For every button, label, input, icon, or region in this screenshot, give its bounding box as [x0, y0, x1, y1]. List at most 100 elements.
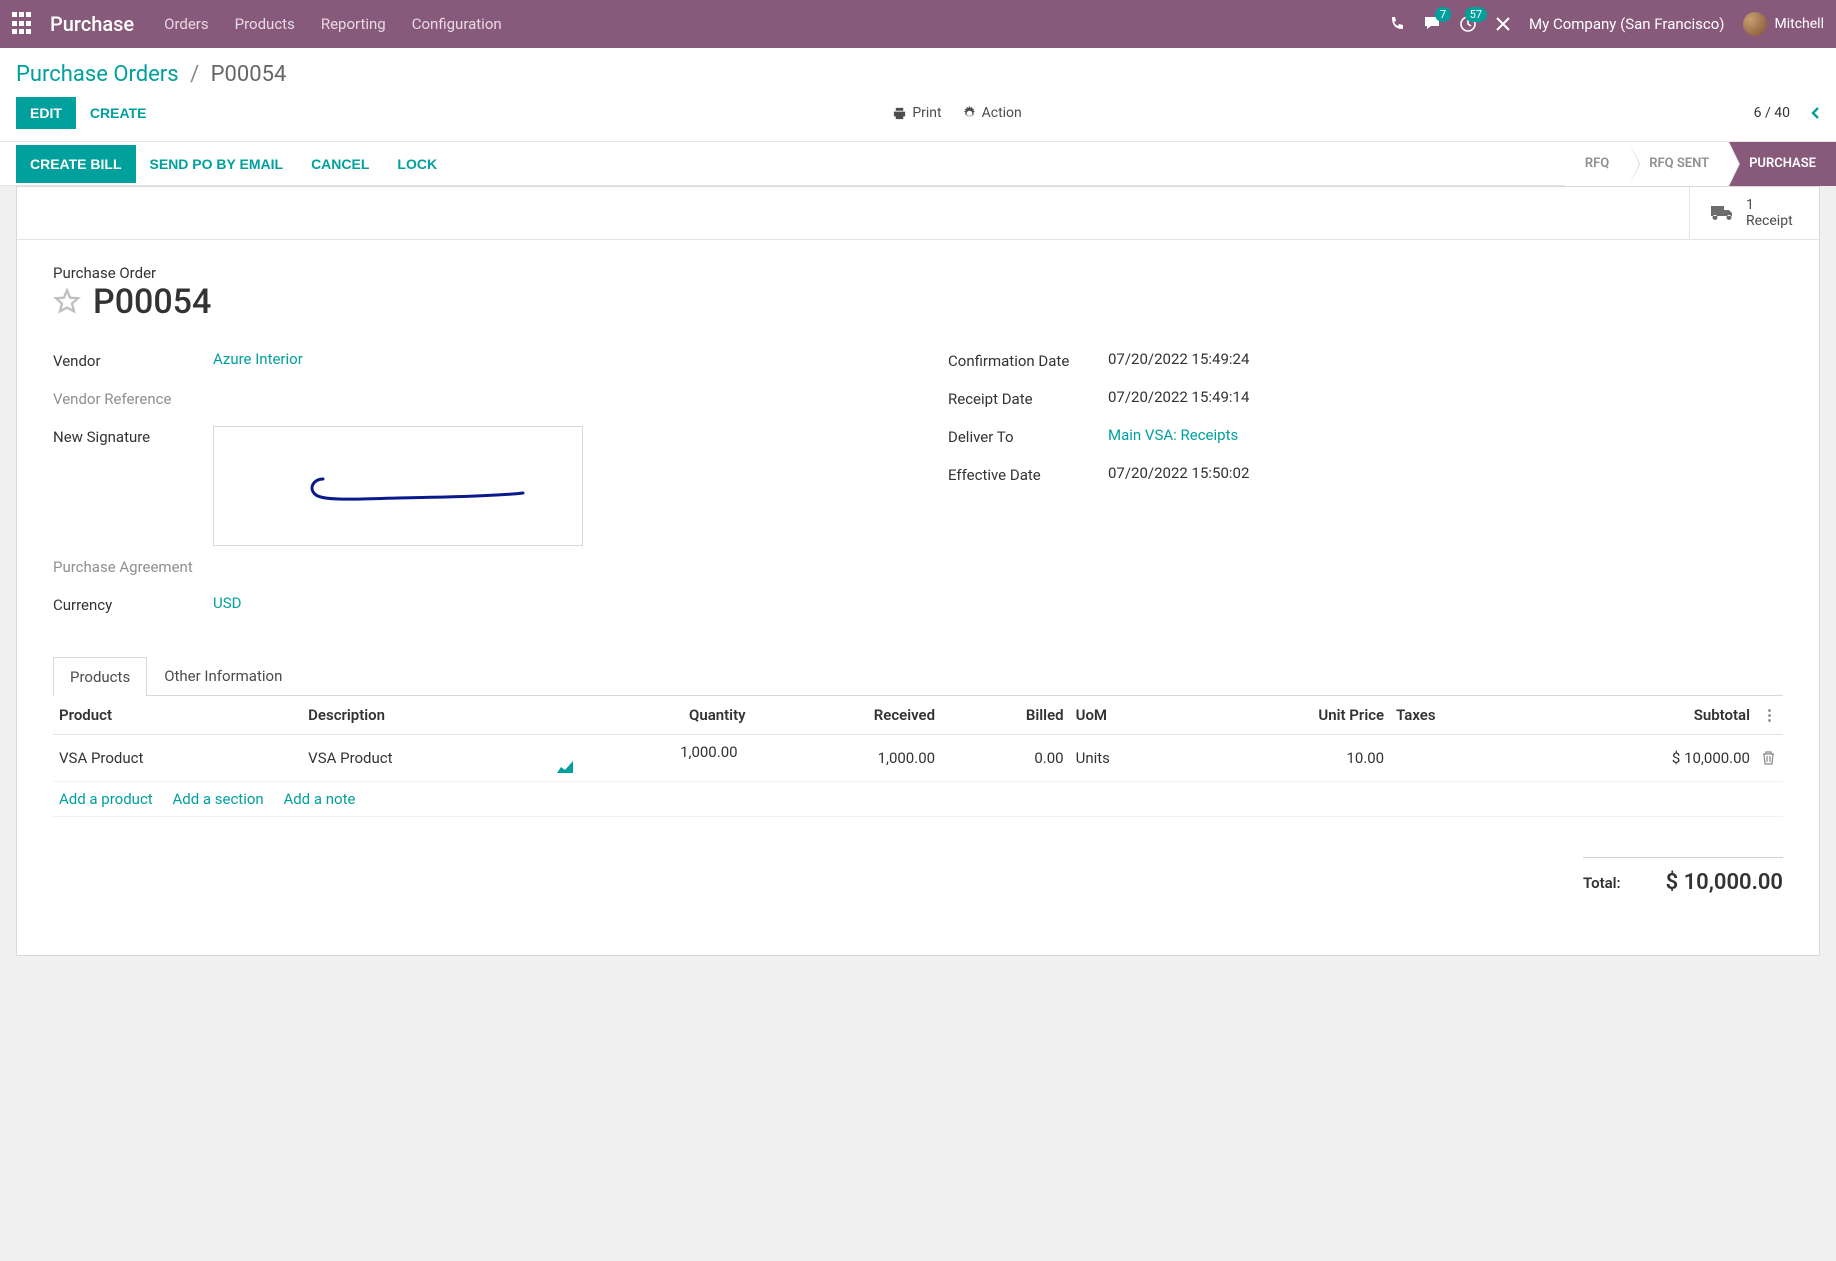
- cell-unit-price: 10.00: [1189, 735, 1390, 782]
- vendor-value[interactable]: Azure Interior: [213, 350, 888, 368]
- chevron-left-icon: [1810, 106, 1820, 120]
- lock-button[interactable]: LOCK: [383, 145, 451, 183]
- signature-label: New Signature: [53, 426, 213, 446]
- stat-count: 1: [1746, 197, 1793, 213]
- form-sheet: 1 Receipt Purchase Order P00054 Vendor: [16, 186, 1820, 956]
- breadcrumb: Purchase Orders / P00054: [16, 62, 286, 87]
- star-icon[interactable]: [53, 288, 81, 316]
- th-desc: Description: [302, 696, 551, 735]
- cell-taxes: [1390, 735, 1523, 782]
- add-links-row: Add a product Add a section Add a note: [53, 782, 1783, 817]
- nav-menu: Orders Products Reporting Configuration: [164, 15, 1389, 33]
- agreement-label: Purchase Agreement: [53, 556, 213, 576]
- cell-product: VSA Product: [53, 735, 302, 782]
- company-selector[interactable]: My Company (San Francisco): [1529, 15, 1724, 33]
- cell-received: 1,000.00: [752, 735, 942, 782]
- doc-title-label: Purchase Order: [53, 264, 1783, 282]
- nav-products[interactable]: Products: [235, 15, 295, 33]
- currency-label: Currency: [53, 594, 213, 614]
- confirm-value: 07/20/2022 15:49:24: [1108, 350, 1783, 368]
- add-section-link[interactable]: Add a section: [172, 790, 263, 808]
- activity-icon[interactable]: 57: [1459, 15, 1477, 33]
- top-navbar: Purchase Orders Products Reporting Confi…: [0, 0, 1836, 48]
- th-uom: UoM: [1070, 696, 1190, 735]
- total-label: Total:: [1583, 874, 1621, 892]
- stat-button-box: 1 Receipt: [17, 187, 1819, 240]
- gear-icon: [962, 106, 977, 121]
- total-value: $ 10,000.00: [1666, 870, 1783, 895]
- confirm-label: Confirmation Date: [948, 350, 1108, 370]
- deliver-value[interactable]: Main VSA: Receipts: [1108, 426, 1783, 444]
- apps-icon[interactable]: [12, 12, 36, 36]
- cell-desc: VSA Product: [302, 735, 551, 782]
- th-product: Product: [53, 696, 302, 735]
- th-billed: Billed: [941, 696, 1070, 735]
- receipt-date-value: 07/20/2022 15:49:14: [1108, 388, 1783, 406]
- user-name: Mitchell: [1775, 16, 1824, 32]
- action-button[interactable]: Action: [962, 105, 1022, 121]
- table-row[interactable]: VSA Product VSA Product 1,000.00 1,000.0…: [53, 735, 1783, 782]
- control-panel: Purchase Orders / P00054 EDIT CREATE Pri…: [0, 48, 1836, 142]
- user-menu[interactable]: Mitchell: [1743, 12, 1824, 36]
- po-name: P00054: [93, 282, 211, 322]
- cell-uom: Units: [1070, 735, 1190, 782]
- form-container: 1 Receipt Purchase Order P00054 Vendor: [0, 186, 1836, 956]
- status-stages: RFQ RFQ SENT PURCHASE: [1565, 142, 1836, 186]
- th-col-menu[interactable]: ⋮: [1756, 696, 1783, 735]
- breadcrumb-current: P00054: [211, 62, 287, 87]
- receipt-stat-button[interactable]: 1 Receipt: [1689, 187, 1819, 239]
- stage-rfq-sent[interactable]: RFQ SENT: [1629, 142, 1729, 186]
- th-subtotal: Subtotal: [1523, 696, 1756, 735]
- tab-products[interactable]: Products: [53, 657, 147, 696]
- breadcrumb-root[interactable]: Purchase Orders: [16, 62, 179, 87]
- cell-subtotal: $ 10,000.00: [1523, 735, 1756, 782]
- print-button[interactable]: Print: [892, 105, 941, 121]
- trash-icon[interactable]: [1762, 751, 1777, 765]
- deliver-label: Deliver To: [948, 426, 1108, 446]
- print-icon: [892, 106, 907, 121]
- cell-qty: 1,000.00: [551, 735, 751, 782]
- add-note-link[interactable]: Add a note: [283, 790, 355, 808]
- nav-reporting[interactable]: Reporting: [321, 15, 386, 33]
- signature-image: [213, 426, 583, 546]
- nav-orders[interactable]: Orders: [164, 15, 209, 33]
- stage-rfq[interactable]: RFQ: [1565, 142, 1629, 186]
- truck-icon: [1710, 202, 1736, 224]
- cancel-button[interactable]: CANCEL: [297, 145, 383, 183]
- add-product-link[interactable]: Add a product: [59, 790, 153, 808]
- statusbar: CREATE BILL SEND PO BY EMAIL CANCEL LOCK…: [0, 142, 1836, 186]
- stage-purchase[interactable]: PURCHASE: [1729, 142, 1836, 186]
- create-bill-button[interactable]: CREATE BILL: [16, 145, 136, 183]
- messages-badge: 7: [1435, 7, 1451, 22]
- left-col: Vendor Azure Interior Vendor Reference N…: [53, 350, 888, 632]
- receipt-date-label: Receipt Date: [948, 388, 1108, 408]
- tabs: Products Other Information: [53, 656, 1783, 696]
- forecast-icon[interactable]: [557, 761, 745, 773]
- stat-label: Receipt: [1746, 213, 1793, 229]
- create-button[interactable]: CREATE: [76, 97, 161, 129]
- phone-icon[interactable]: [1389, 16, 1405, 32]
- effective-label: Effective Date: [948, 464, 1108, 484]
- vendor-label: Vendor: [53, 350, 213, 370]
- edit-button[interactable]: EDIT: [16, 97, 76, 129]
- activity-badge: 57: [1465, 7, 1487, 22]
- nav-configuration[interactable]: Configuration: [412, 15, 502, 33]
- send-po-button[interactable]: SEND PO BY EMAIL: [136, 145, 298, 183]
- tab-other-info[interactable]: Other Information: [147, 656, 299, 695]
- vendor-ref-label: Vendor Reference: [53, 388, 213, 408]
- th-received: Received: [752, 696, 942, 735]
- totals: Total: $ 10,000.00: [53, 857, 1783, 895]
- avatar-icon: [1743, 12, 1767, 36]
- th-taxes: Taxes: [1390, 696, 1523, 735]
- topbar-right: 7 57 My Company (San Francisco) Mitchell: [1389, 12, 1824, 36]
- currency-value[interactable]: USD: [213, 594, 888, 612]
- debug-icon[interactable]: [1495, 16, 1511, 32]
- cell-billed: 0.00: [941, 735, 1070, 782]
- order-lines-table: Product Description Quantity Received Bi…: [53, 696, 1783, 817]
- th-qty: Quantity: [551, 696, 751, 735]
- app-name: Purchase: [50, 12, 134, 36]
- effective-value: 07/20/2022 15:50:02: [1108, 464, 1783, 482]
- right-col: Confirmation Date 07/20/2022 15:49:24 Re…: [948, 350, 1783, 632]
- pager-prev[interactable]: [1810, 106, 1820, 120]
- messages-icon[interactable]: 7: [1423, 15, 1441, 33]
